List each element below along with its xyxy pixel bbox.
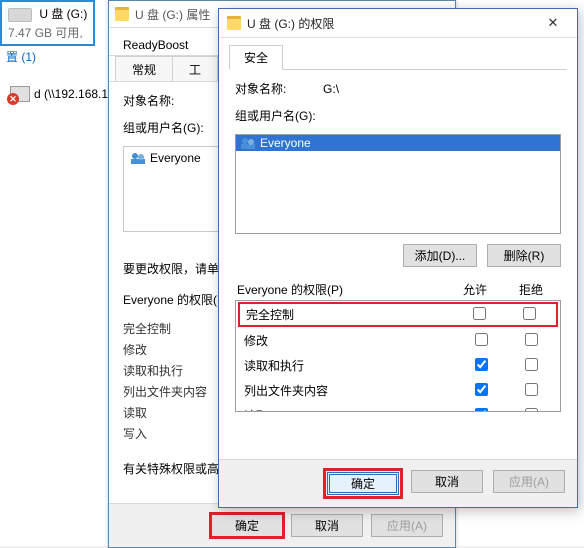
perm-header: Everyone 的权限(P) bbox=[237, 281, 447, 298]
drive-icon bbox=[8, 8, 32, 22]
properties-footer: 确定 取消 应用(A) bbox=[109, 503, 455, 547]
folder-icon bbox=[227, 16, 241, 30]
cancel-button[interactable]: 取消 bbox=[411, 470, 483, 493]
users-label: 组或用户名(G): bbox=[235, 107, 561, 124]
deny-checkbox[interactable] bbox=[523, 307, 536, 320]
permissions-grid[interactable]: 完全控制修改读取和执行列出文件夹内容读取 bbox=[235, 300, 561, 412]
perm-row-label: 读取和执行 bbox=[240, 355, 456, 376]
object-value: G:\ bbox=[323, 82, 339, 96]
deny-checkbox[interactable] bbox=[525, 408, 538, 413]
col-deny: 拒绝 bbox=[503, 281, 559, 298]
close-icon[interactable]: ✕ bbox=[533, 12, 573, 34]
disconnected-icon: ✕ bbox=[7, 93, 19, 105]
user-everyone-label: Everyone bbox=[260, 136, 311, 150]
permissions-tabs: 安全 bbox=[219, 38, 577, 69]
perm-row: 完全控制 bbox=[238, 302, 558, 327]
user-everyone-item[interactable]: Everyone bbox=[236, 135, 560, 151]
deny-checkbox[interactable] bbox=[525, 333, 538, 346]
drive-title: U 盘 (G:) bbox=[39, 7, 87, 21]
allow-checkbox[interactable] bbox=[475, 358, 488, 371]
permissions-titlebar[interactable]: U 盘 (G:) 的权限 ✕ bbox=[219, 9, 577, 38]
drive-subtitle: 7.47 GB 可用, bbox=[8, 24, 87, 41]
col-allow: 允许 bbox=[447, 281, 503, 298]
user-everyone-label: Everyone bbox=[150, 151, 201, 165]
user-buttons: 添加(D)... 删除(R) bbox=[235, 244, 561, 267]
perm-row: 列出文件夹内容 bbox=[236, 378, 560, 403]
network-drive-icon: ✕ bbox=[10, 86, 30, 102]
allow-checkbox[interactable] bbox=[475, 408, 488, 413]
object-label: 对象名称: bbox=[235, 82, 286, 96]
apply-button[interactable]: 应用(A) bbox=[371, 514, 443, 537]
ok-button[interactable]: 确定 bbox=[211, 514, 283, 537]
remove-button[interactable]: 删除(R) bbox=[487, 244, 561, 267]
allow-checkbox[interactable] bbox=[475, 333, 488, 346]
perm-row-label: 读取 bbox=[240, 405, 456, 412]
permissions-footer: 确定 取消 应用(A) bbox=[219, 459, 577, 507]
perm-row: 读取和执行 bbox=[236, 353, 560, 378]
deny-checkbox[interactable] bbox=[525, 358, 538, 371]
section-label: 置 (1) bbox=[0, 44, 42, 69]
network-path: d (\\192.168.1.1 bbox=[34, 87, 118, 101]
network-item[interactable]: ✕ d (\\192.168.1.1 bbox=[10, 86, 118, 102]
group-icon bbox=[240, 137, 256, 149]
ok-button[interactable]: 确定 bbox=[327, 472, 399, 495]
user-list[interactable]: Everyone bbox=[235, 134, 561, 234]
perm-row: 读取 bbox=[236, 403, 560, 412]
apply-button[interactable]: 应用(A) bbox=[493, 470, 565, 493]
perm-header-row: Everyone 的权限(P) 允许 拒绝 bbox=[235, 281, 561, 298]
drive-item[interactable]: U 盘 (G:) 7.47 GB 可用, bbox=[0, 0, 95, 46]
tab-security[interactable]: 安全 bbox=[229, 45, 283, 70]
perm-row-label: 修改 bbox=[240, 330, 456, 351]
folder-icon bbox=[115, 7, 129, 21]
tab-general[interactable]: 常规 bbox=[115, 56, 173, 81]
tab-readyboost[interactable]: ReadyBoost bbox=[115, 34, 204, 55]
perm-row-label: 列出文件夹内容 bbox=[240, 380, 456, 401]
properties-title: U 盘 (G:) 属性 bbox=[135, 6, 210, 23]
perm-row-label: 完全控制 bbox=[242, 304, 454, 325]
permissions-title: U 盘 (G:) 的权限 bbox=[247, 15, 527, 32]
permissions-dialog: U 盘 (G:) 的权限 ✕ 安全 对象名称: G:\ 组或用户名(G): Ev… bbox=[218, 8, 578, 508]
perm-row: 修改 bbox=[236, 328, 560, 353]
cancel-button[interactable]: 取消 bbox=[291, 514, 363, 537]
allow-checkbox[interactable] bbox=[475, 383, 488, 396]
deny-checkbox[interactable] bbox=[525, 383, 538, 396]
group-icon bbox=[130, 152, 146, 164]
add-button[interactable]: 添加(D)... bbox=[403, 244, 477, 267]
permissions-body: 对象名称: G:\ 组或用户名(G): Everyone 添加(D)... 删除… bbox=[219, 70, 577, 412]
tab-tools[interactable]: 工 bbox=[172, 56, 218, 81]
allow-checkbox[interactable] bbox=[473, 307, 486, 320]
